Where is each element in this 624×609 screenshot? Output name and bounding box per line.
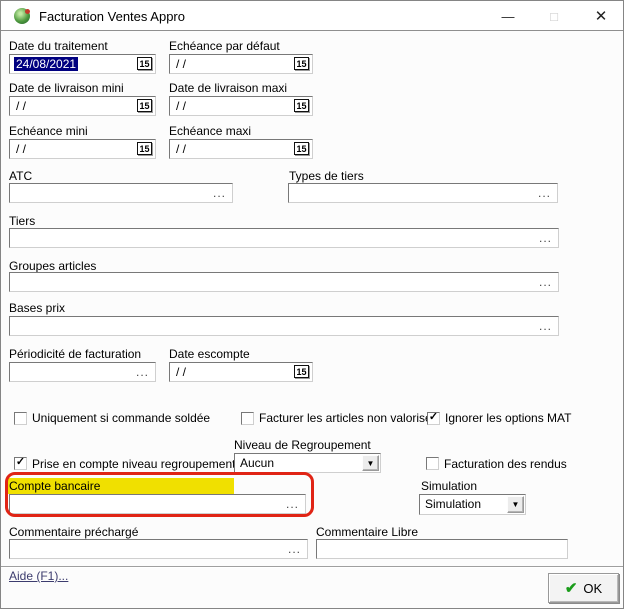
minimize-button[interactable]: —: [495, 6, 521, 26]
date-escompte-label: Date escompte: [169, 348, 250, 361]
calendar-icon[interactable]: 15: [294, 365, 309, 378]
echeance-maxi-value: / /: [176, 142, 186, 156]
checkbox-facturation-rendus-label: Facturation des rendus: [444, 458, 567, 471]
livraison-mini-value: / /: [16, 99, 26, 113]
checkbox-articles-non-valorises[interactable]: [241, 412, 254, 425]
commentaire-libre-label: Commentaire Libre: [316, 526, 418, 539]
bases-prix-label: Bases prix: [9, 302, 65, 315]
echeance-maxi-field[interactable]: / / 15: [169, 139, 313, 159]
commentaire-precharge-field[interactable]: ...: [9, 539, 308, 559]
simulation-select[interactable]: Simulation ▼: [419, 494, 526, 515]
echeance-mini-value: / /: [16, 142, 26, 156]
date-escompte-value: / /: [176, 365, 186, 379]
simulation-value: Simulation: [425, 497, 481, 511]
echeance-mini-field[interactable]: / / 15: [9, 139, 156, 159]
dialog-facturation-ventes-appro: Facturation Ventes Appro — □ ✕ Date du t…: [0, 0, 624, 609]
livraison-mini-label: Date de livraison mini: [9, 82, 124, 95]
checkbox-commande-soldee[interactable]: [14, 412, 27, 425]
periodicite-label: Périodicité de facturation: [9, 348, 141, 361]
title-bar: Facturation Ventes Appro — □ ✕: [1, 1, 623, 31]
checkbox-articles-non-valorises-label: Facturer les articles non valorisés: [259, 412, 438, 425]
checkbox-ignorer-mat-label: Ignorer les options MAT: [445, 412, 572, 425]
date-traitement-label: Date du traitement: [9, 40, 108, 53]
browse-icon[interactable]: ...: [539, 318, 552, 334]
bases-prix-field[interactable]: ...: [9, 316, 559, 336]
echeance-defaut-value: / /: [176, 57, 186, 71]
check-icon: ✔: [565, 581, 578, 596]
check-icon: ✓: [15, 457, 26, 468]
niveau-regroupement-value: Aucun: [240, 456, 274, 470]
atc-field[interactable]: ...: [9, 183, 233, 203]
date-traitement-value: 24/08/2021: [14, 57, 78, 71]
browse-icon[interactable]: ...: [539, 230, 552, 246]
calendar-icon[interactable]: 15: [137, 99, 152, 112]
tiers-field[interactable]: ...: [9, 228, 559, 248]
niveau-regroupement-select[interactable]: Aucun ▼: [234, 453, 381, 473]
livraison-maxi-label: Date de livraison maxi: [169, 82, 287, 95]
close-button[interactable]: ✕: [588, 6, 614, 26]
echeance-defaut-field[interactable]: / / 15: [169, 54, 313, 74]
types-tiers-label: Types de tiers: [289, 170, 364, 183]
checkbox-facturation-rendus[interactable]: [426, 457, 439, 470]
simulation-label: Simulation: [421, 480, 477, 493]
ok-button-label: OK: [583, 581, 602, 596]
calendar-icon[interactable]: 15: [294, 99, 309, 112]
help-link[interactable]: Aide (F1)...: [9, 569, 68, 583]
niveau-regroupement-label: Niveau de Regroupement: [234, 439, 371, 452]
types-tiers-field[interactable]: ...: [288, 183, 558, 203]
browse-icon[interactable]: ...: [136, 364, 149, 380]
browse-icon[interactable]: ...: [213, 185, 226, 201]
browse-icon[interactable]: ...: [538, 185, 551, 201]
compte-bancaire-field[interactable]: ...: [9, 494, 306, 514]
commentaire-precharge-label: Commentaire préchargé: [9, 526, 138, 539]
calendar-icon[interactable]: 15: [294, 142, 309, 155]
calendar-icon[interactable]: 15: [137, 57, 152, 70]
chevron-down-icon[interactable]: ▼: [362, 455, 379, 471]
date-traitement-field[interactable]: 24/08/2021 15: [9, 54, 156, 74]
livraison-maxi-value: / /: [176, 99, 186, 113]
checkbox-prise-en-compte-label: Prise en compte niveau regroupement: [32, 458, 235, 471]
app-icon: [14, 8, 30, 24]
echeance-maxi-label: Echéance maxi: [169, 125, 251, 138]
browse-icon[interactable]: ...: [286, 496, 299, 512]
chevron-down-icon[interactable]: ▼: [507, 496, 524, 513]
compte-bancaire-label: Compte bancaire: [8, 478, 234, 494]
livraison-maxi-field[interactable]: / / 15: [169, 96, 313, 116]
calendar-icon[interactable]: 15: [294, 57, 309, 70]
maximize-button: □: [541, 6, 567, 26]
livraison-mini-field[interactable]: / / 15: [9, 96, 156, 116]
checkbox-commande-soldee-label: Uniquement si commande soldée: [32, 412, 210, 425]
periodicite-field[interactable]: ...: [9, 362, 156, 382]
window-title: Facturation Ventes Appro: [39, 9, 185, 24]
checkbox-prise-en-compte[interactable]: ✓: [14, 457, 27, 470]
groupes-articles-field[interactable]: ...: [9, 272, 559, 292]
check-icon: ✓: [428, 412, 439, 423]
calendar-icon[interactable]: 15: [137, 142, 152, 155]
commentaire-libre-field[interactable]: [316, 539, 568, 559]
atc-label: ATC: [9, 170, 32, 183]
browse-icon[interactable]: ...: [539, 274, 552, 290]
date-escompte-field[interactable]: / / 15: [169, 362, 313, 382]
ok-button[interactable]: ✔ OK: [548, 573, 619, 603]
echeance-mini-label: Echéance mini: [9, 125, 88, 138]
checkbox-ignorer-mat[interactable]: ✓: [427, 412, 440, 425]
echeance-defaut-label: Echéance par défaut: [169, 40, 280, 53]
tiers-label: Tiers: [9, 215, 35, 228]
browse-icon[interactable]: ...: [288, 541, 301, 557]
footer-divider: [1, 566, 623, 568]
